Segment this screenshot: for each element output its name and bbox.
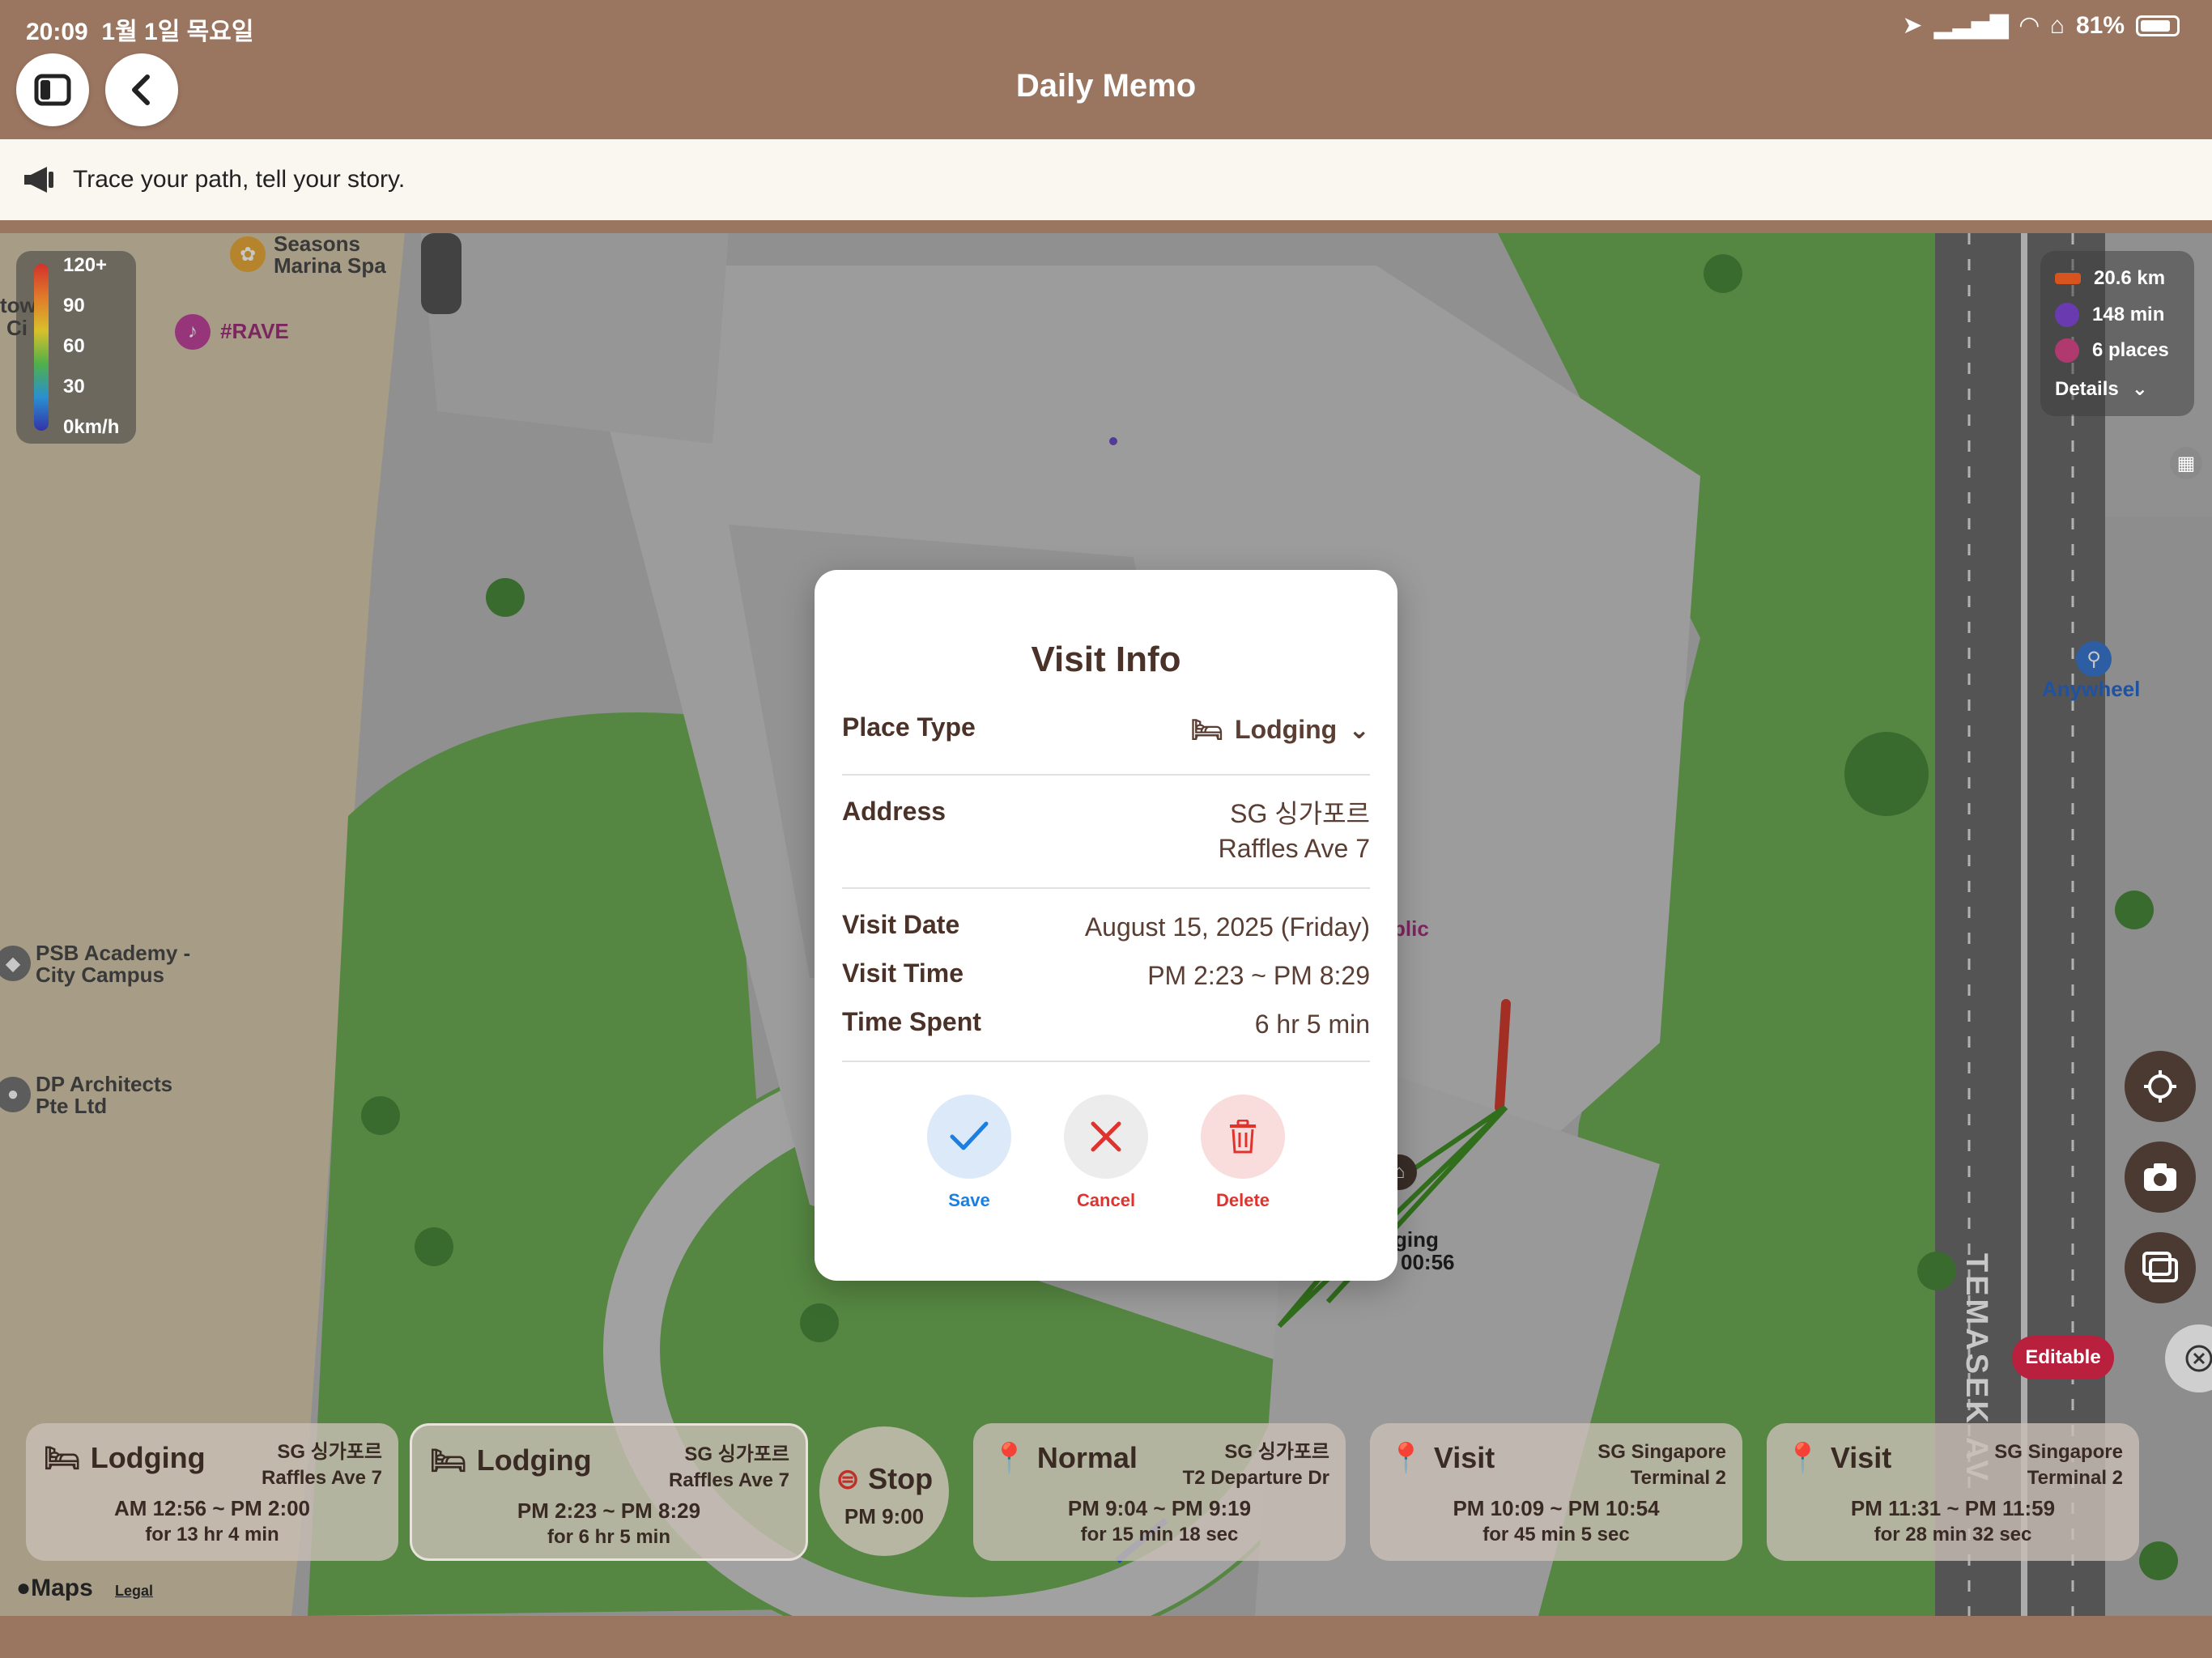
delete-button[interactable]: Delete — [1198, 1095, 1287, 1211]
chevron-down-icon: ⌄ — [2131, 378, 2148, 400]
divider — [842, 887, 1370, 889]
speed-gradient-bar — [34, 264, 49, 431]
chevron-down-icon: ⌄ — [1348, 715, 1370, 744]
bed-icon: 🛏 — [1190, 715, 1224, 744]
maps-attribution: ●Maps — [16, 1575, 93, 1601]
editable-badge[interactable]: Editable — [2012, 1336, 2114, 1380]
timeline-card-selected[interactable]: 🛏 Lodging SG 싱가포르 Raffles Ave 7 PM 2:23 ~ … — [410, 1423, 808, 1561]
locate-button[interactable] — [2125, 1051, 2196, 1122]
crosshair-icon — [2144, 1070, 2176, 1103]
car-icon: ⊜ — [835, 1462, 861, 1495]
close-circle-icon — [2185, 1345, 2212, 1372]
timeline-card[interactable]: 📍 Normal SG 싱가포르 T2 Departure Dr PM 9:04 ~… — [973, 1423, 1346, 1561]
speed-label: 30 — [63, 376, 85, 397]
announcement-banner: Trace your path, tell your story. — [0, 139, 2212, 220]
speed-label: 0km/h — [63, 416, 120, 438]
apple-logo-icon: ● — [16, 1575, 32, 1601]
pin-icon: 📍 — [1388, 1441, 1424, 1474]
x-icon — [1091, 1121, 1121, 1152]
visit-date-label: Visit Date — [842, 910, 960, 939]
wifi-icon: ◠ — [2019, 12, 2039, 39]
visit-date-value: August 15, 2025 (Friday) — [1084, 912, 1370, 942]
address-value: SG 싱가포르 Raffles Ave 7 — [1218, 799, 1370, 864]
cancel-button[interactable]: Cancel — [1061, 1095, 1151, 1211]
home-icon: ⌂ — [2049, 11, 2065, 39]
megaphone-icon — [24, 167, 53, 193]
battery-percent: 81% — [2075, 11, 2125, 39]
dialog-title: Visit Info — [1031, 640, 1181, 679]
stop-marker[interactable]: ⊜ Stop PM 9:00 — [819, 1426, 949, 1556]
timeline-card[interactable]: 📍 Visit SG Singapore Terminal 2 PM 10:09 ~… — [1370, 1423, 1742, 1561]
divider — [842, 1061, 1370, 1062]
camera-button[interactable] — [2125, 1141, 2196, 1213]
speed-legend: 120+ 90 60 30 0km/h — [16, 251, 136, 444]
divider — [842, 774, 1370, 776]
stat-distance: 20.6 km — [2094, 267, 2166, 289]
checkmark-icon — [950, 1121, 989, 1150]
details-toggle[interactable]: Details ⌄ — [2055, 377, 2148, 401]
address-label: Address — [842, 797, 946, 826]
battery-icon — [2136, 15, 2180, 36]
trip-stats-panel: 20.6 km 148 min 6 places Details ⌄ — [2040, 251, 2194, 416]
timeline-card[interactable]: 🛏 Lodging SG 싱가포르 Raffles Ave 7 AM 12:56 ~… — [26, 1423, 398, 1561]
timeline-card[interactable]: 📍 Visit SG Singapore Terminal 2 PM 11:31 ~… — [1767, 1423, 2139, 1561]
trash-icon — [1230, 1120, 1256, 1154]
status-time: 20:09 1월 1일 목요일 — [26, 19, 254, 45]
stat-places: 6 places — [2092, 339, 2169, 361]
pin-icon: 📍 — [1784, 1441, 1821, 1474]
nav-bar: Daily Memo — [0, 50, 2212, 139]
save-button[interactable]: Save — [925, 1095, 1014, 1211]
stat-duration: 148 min — [2092, 304, 2165, 325]
pin-icon: 📍 — [991, 1441, 1027, 1474]
legal-link[interactable]: Legal — [115, 1584, 153, 1599]
page-title: Daily Memo — [1015, 68, 1197, 104]
visit-time-label: Visit Time — [842, 959, 963, 988]
location-icon: ➤ — [1902, 12, 1923, 39]
clock-icon — [2055, 303, 2079, 327]
gallery-button[interactable] — [2125, 1232, 2196, 1303]
visit-info-dialog: Visit Info Place Type 🛏 Lodging ⌄ Addres… — [815, 570, 1397, 1281]
banner-text: Trace your path, tell your story. — [73, 166, 406, 193]
place-type-picker[interactable]: 🛏 Lodging ⌄ — [1190, 712, 1370, 747]
status-bar: 20:09 1월 1일 목요일 ➤ ▂▃▅▇ ◠ ⌂ 81% — [0, 0, 2212, 50]
bottom-bar — [0, 1616, 2212, 1658]
time-spent-value: 6 hr 5 min — [1254, 1010, 1370, 1039]
bed-icon: 🛏 — [430, 1443, 467, 1477]
time-spent-label: Time Spent — [842, 1007, 981, 1036]
places-icon — [2055, 338, 2079, 363]
signal-icon: ▂▃▅▇ — [1933, 12, 2009, 39]
bed-icon: 🛏 — [44, 1441, 81, 1474]
camera-icon — [2144, 1163, 2176, 1191]
speed-label: 60 — [63, 335, 85, 357]
speed-label: 120+ — [63, 254, 108, 276]
distance-icon — [2055, 273, 2081, 284]
photos-icon — [2142, 1252, 2178, 1282]
visit-time-value: PM 2:23 ~ PM 8:29 — [1147, 961, 1370, 990]
speed-label: 90 — [63, 295, 85, 317]
map-layer-icon[interactable]: ▦ — [2170, 447, 2202, 479]
place-type-label: Place Type — [842, 712, 976, 742]
